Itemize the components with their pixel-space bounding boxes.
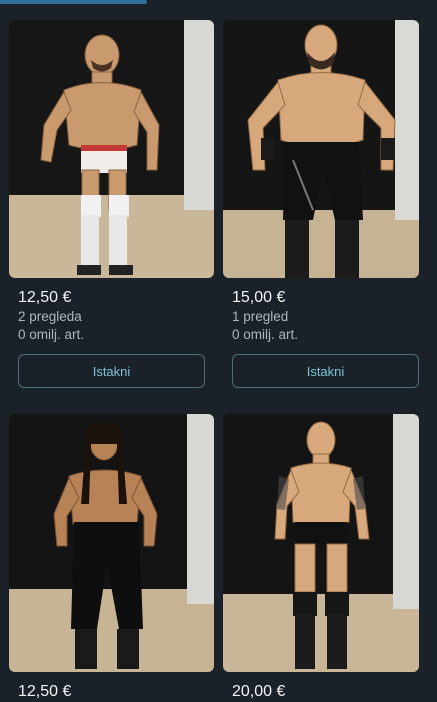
listing-image[interactable] bbox=[223, 414, 419, 672]
listing-card: 12,50 € bbox=[9, 414, 214, 702]
listing-price: 15,00 € bbox=[232, 289, 286, 306]
listing-price: 12,50 € bbox=[18, 289, 72, 306]
listing-card: 15,00 € 1 pregled 0 omilj. art. Istakni bbox=[223, 20, 419, 388]
listing-image[interactable] bbox=[223, 20, 419, 278]
listing-grid: 12,50 € 2 pregleda 0 omilj. art. Istakni bbox=[9, 20, 419, 702]
active-tab-indicator bbox=[0, 0, 147, 4]
promote-button[interactable]: Istakni bbox=[18, 354, 205, 388]
listing-favorites: 0 omilj. art. bbox=[232, 327, 299, 342]
listing-card: 20,00 € bbox=[223, 414, 419, 702]
promote-button[interactable]: Istakni bbox=[232, 354, 419, 388]
listing-image[interactable] bbox=[9, 20, 214, 278]
listing-price: 12,50 € bbox=[18, 683, 72, 700]
listing-favorites: 0 omilj. art. bbox=[18, 327, 85, 342]
listing-price: 20,00 € bbox=[232, 683, 286, 700]
listing-image[interactable] bbox=[9, 414, 214, 672]
listing-views: 2 pregleda bbox=[18, 309, 82, 324]
listing-views: 1 pregled bbox=[232, 309, 289, 324]
listing-card: 12,50 € 2 pregleda 0 omilj. art. Istakni bbox=[9, 20, 214, 388]
